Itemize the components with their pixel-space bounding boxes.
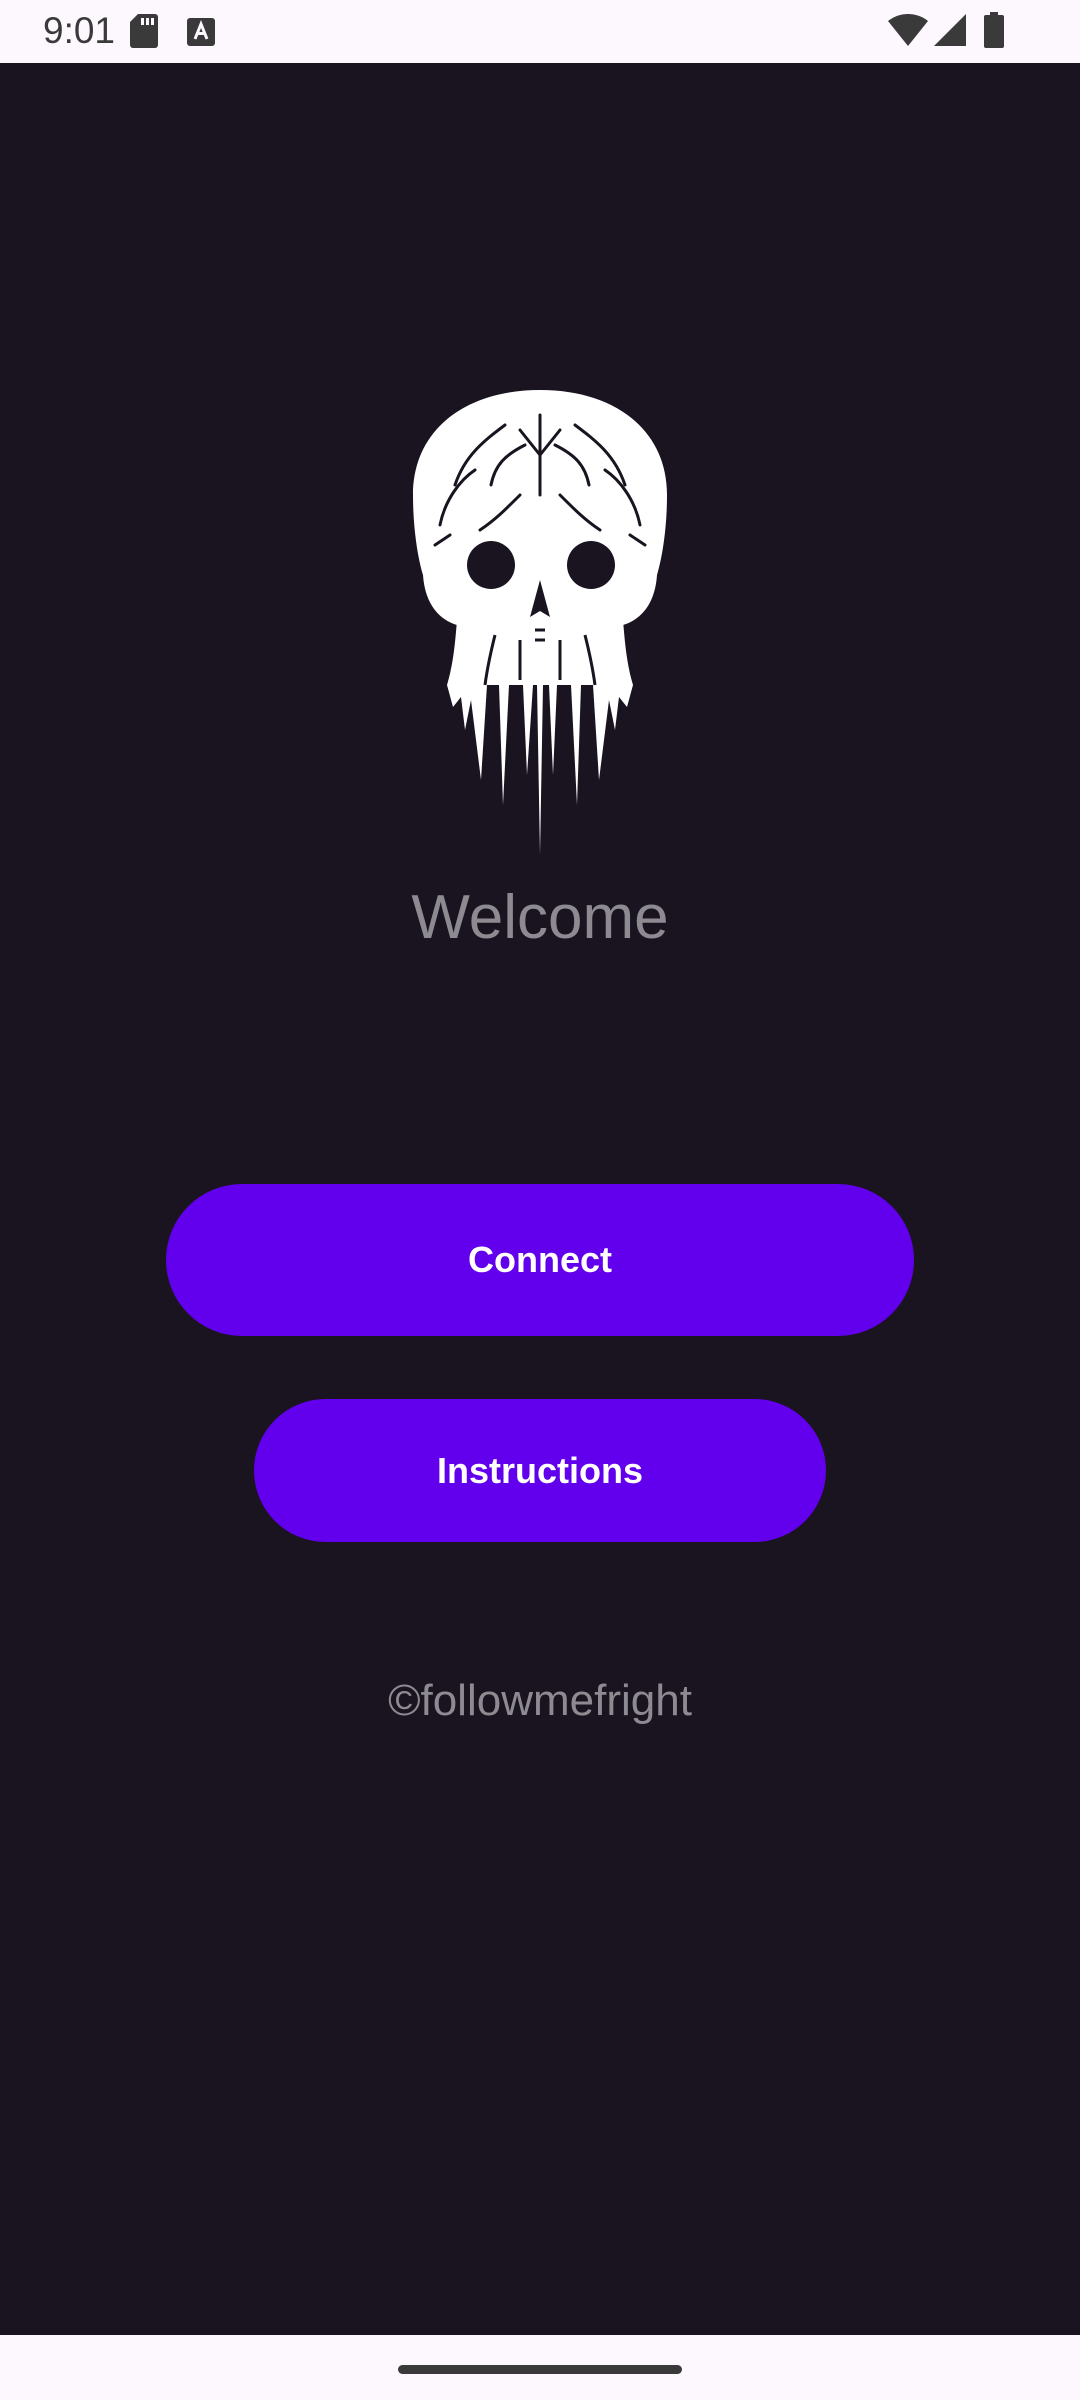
skull-logo — [413, 390, 667, 855]
status-time: 9:01 — [43, 10, 116, 51]
status-bar: 9:01 — [0, 0, 1080, 63]
app-screen: 9:01 Welcome Connect Instructions ©follo… — [0, 0, 1080, 2400]
welcome-title: Welcome — [411, 883, 669, 952]
connect-button[interactable]: Connect — [166, 1184, 914, 1336]
keyboard-a-icon — [187, 18, 215, 46]
battery-icon — [984, 12, 1004, 48]
copyright-text: ©followmefright — [388, 1676, 692, 1725]
home-gesture-handle[interactable] — [398, 2365, 682, 2374]
instructions-button[interactable]: Instructions — [254, 1399, 826, 1542]
wifi-icon — [888, 14, 928, 46]
cellular-signal-icon — [934, 14, 966, 46]
sd-card-icon — [130, 14, 158, 48]
navigation-bar — [0, 2335, 1080, 2400]
